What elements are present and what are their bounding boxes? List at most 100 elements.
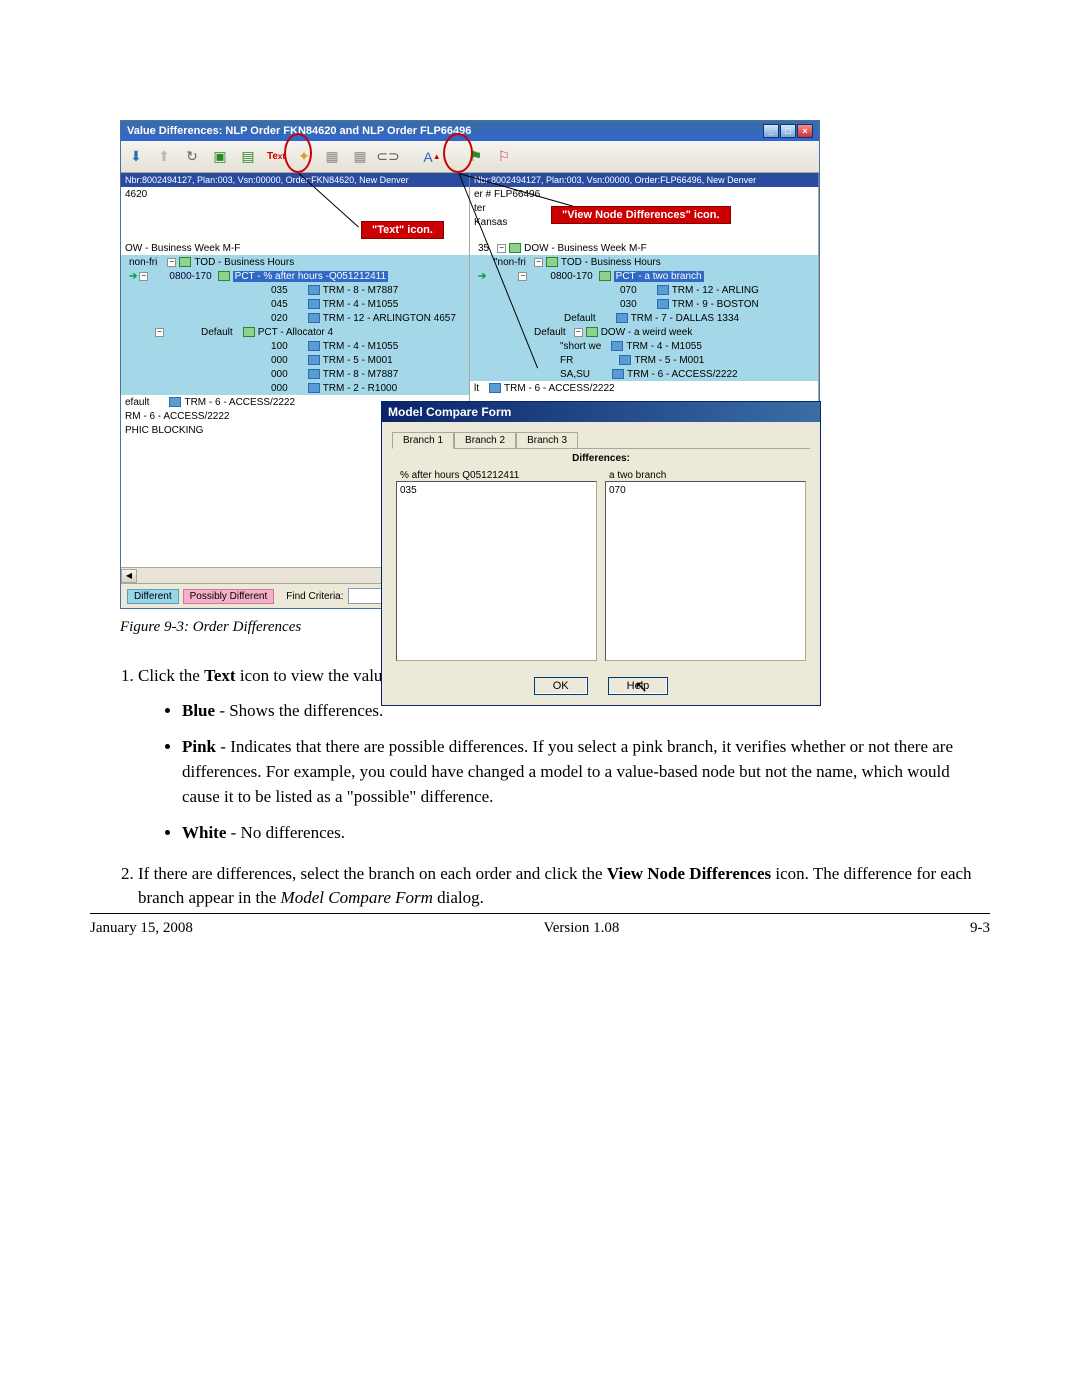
trm-icon xyxy=(489,383,501,393)
bullet-white: White - No differences. xyxy=(182,821,990,846)
tree-row[interactable]: 4620 xyxy=(121,187,469,201)
trm-icon xyxy=(308,285,320,295)
disabled-icon-1: ▦ xyxy=(321,146,343,168)
collapse-icon[interactable]: − xyxy=(139,272,148,281)
ok-button[interactable]: OK xyxy=(534,677,588,695)
tree-row[interactable]: SA,SUTRM - 6 - ACCESS/2222 xyxy=(470,367,818,381)
trm-icon xyxy=(308,299,320,309)
scroll-left-icon[interactable]: ◀ xyxy=(121,569,137,583)
red-flag-icon[interactable]: ⚐ xyxy=(493,146,515,168)
breadcrumb-left: Nbr:8002494127, Plan:003, Vsn:00000, Ord… xyxy=(121,173,470,187)
diff-icon-callout: "View Node Differences" icon. xyxy=(551,206,731,224)
dow-icon xyxy=(509,243,521,253)
tree-row[interactable]: 020TRM - 12 - ARLINGTON 4657 xyxy=(121,311,469,325)
dow-icon xyxy=(586,327,598,337)
tree-row[interactable]: 100TRM - 4 - M1055 xyxy=(121,339,469,353)
trm-icon xyxy=(308,313,320,323)
tree-row[interactable]: 000TRM - 2 - R1000 xyxy=(121,381,469,395)
down-icon[interactable]: ⬇ xyxy=(125,146,147,168)
view-node-differences-icon[interactable]: A▲ xyxy=(421,146,443,168)
collapse-icon[interactable]: − xyxy=(155,328,164,337)
find-criteria-label: Find Criteria: xyxy=(286,591,343,602)
collapse-icon[interactable]: − xyxy=(167,258,176,267)
pct-icon xyxy=(243,327,255,337)
collapse-icon[interactable]: − xyxy=(534,258,543,267)
up-icon[interactable]: ⬆ xyxy=(153,146,175,168)
diff-left-label: % after hours Q051212411 xyxy=(396,470,597,481)
collapse-icon[interactable]: − xyxy=(497,244,506,253)
close-button[interactable]: × xyxy=(797,124,813,138)
tree-row[interactable]: "short weTRM - 4 - M1055 xyxy=(470,339,818,353)
tree-row[interactable]: 030TRM - 9 - BOSTON xyxy=(470,297,818,311)
maximize-button[interactable]: □ xyxy=(780,124,796,138)
tree-row[interactable]: 35−DOW - Business Week M-F xyxy=(470,241,818,255)
trm-icon xyxy=(169,397,181,407)
legend-different: Different xyxy=(127,589,179,604)
footer-version: Version 1.08 xyxy=(544,920,620,937)
tree-row[interactable]: er # FLP66496 xyxy=(470,187,818,201)
trm-icon xyxy=(308,341,320,351)
pct-icon xyxy=(218,271,230,281)
pointer-arrow-icon: ➔ xyxy=(125,271,137,282)
dialog-title: Model Compare Form xyxy=(382,402,820,422)
refresh-icon[interactable]: ↻ xyxy=(181,146,203,168)
trm-icon xyxy=(308,369,320,379)
dialog-tabs: Branch 1 Branch 2 Branch 3 xyxy=(392,432,810,449)
bullet-pink: Pink - Indicates that there are possible… xyxy=(182,735,990,809)
step-2: If there are differences, select the bra… xyxy=(138,862,990,911)
screenshot: Value Differences: NLP Order FKN84620 an… xyxy=(120,120,820,609)
disabled-icon-2: ▦ xyxy=(349,146,371,168)
trm-icon xyxy=(308,355,320,365)
tab-branch-2[interactable]: Branch 2 xyxy=(454,432,516,448)
tree-row[interactable]: ltTRM - 6 - ACCESS/2222 xyxy=(470,381,818,395)
text-icon-circle xyxy=(284,133,312,173)
diff-right-box: 070 xyxy=(605,481,806,661)
breadcrumb-right: Nbr:8002494127, Plan:003, Vsn:00000, Ord… xyxy=(470,173,819,187)
tree-row[interactable]: FRTRM - 5 - M001 xyxy=(470,353,818,367)
trm-icon xyxy=(657,285,669,295)
tree-row[interactable]: 035TRM - 8 - M7887 xyxy=(121,283,469,297)
model-compare-dialog: Model Compare Form Branch 1 Branch 2 Bra… xyxy=(381,401,821,706)
text-icon-callout: "Text" icon. xyxy=(361,221,444,239)
trm-icon xyxy=(612,369,624,379)
tree-row[interactable]: 070TRM - 12 - ARLING xyxy=(470,283,818,297)
tree-row[interactable]: − Default PCT - Allocator 4 xyxy=(121,325,469,339)
tab-branch-3[interactable]: Branch 3 xyxy=(516,432,578,448)
expand-all-icon[interactable]: ▣ xyxy=(209,146,231,168)
tree-row[interactable]: ➔ − 0800-170 PCT - a two branch xyxy=(470,269,818,283)
tree-row[interactable]: 000TRM - 5 - M001 xyxy=(121,353,469,367)
tree-row[interactable]: OW - Business Week M-F xyxy=(121,241,469,255)
trm-icon xyxy=(611,341,623,351)
collapse-icon[interactable]: − xyxy=(574,328,583,337)
trm-icon xyxy=(657,299,669,309)
tree-row[interactable]: ➔ − 0800-170 PCT - % after hours -Q05121… xyxy=(121,269,469,283)
link-icon[interactable]: ⊂⊃ xyxy=(377,146,399,168)
tod-icon xyxy=(179,257,191,267)
tree-row[interactable]: "non-fri−TOD - Business Hours xyxy=(470,255,818,269)
tree-row[interactable]: non-fri − TOD - Business Hours xyxy=(121,255,469,269)
diff-left-box: 035 xyxy=(396,481,597,661)
differences-header: Differences: xyxy=(392,453,810,464)
pct-icon xyxy=(599,271,611,281)
pointer-arrow-icon: ➔ xyxy=(474,271,486,282)
collapse-all-icon[interactable]: ▤ xyxy=(237,146,259,168)
footer-page: 9-3 xyxy=(970,920,990,937)
tree-row[interactable]: 000TRM - 8 - M7887 xyxy=(121,367,469,381)
tod-icon xyxy=(546,257,558,267)
legend-possibly-different: Possibly Different xyxy=(183,589,275,604)
trm-icon xyxy=(308,383,320,393)
trm-icon xyxy=(619,355,631,365)
window-titlebar: Value Differences: NLP Order FKN84620 an… xyxy=(121,121,819,141)
tree-row[interactable]: 045TRM - 4 - M1055 xyxy=(121,297,469,311)
diff-right-label: a two branch xyxy=(605,470,806,481)
collapse-icon[interactable]: − xyxy=(518,272,527,281)
diff-icon-circle xyxy=(443,133,473,173)
tree-row[interactable]: DefaultTRM - 7 - DALLAS 1334 xyxy=(470,311,818,325)
minimize-button[interactable]: _ xyxy=(763,124,779,138)
tab-branch-1[interactable]: Branch 1 xyxy=(392,432,454,449)
breadcrumb: Nbr:8002494127, Plan:003, Vsn:00000, Ord… xyxy=(121,173,819,187)
page-footer: January 15, 2008 Version 1.08 9-3 xyxy=(90,913,990,937)
footer-date: January 15, 2008 xyxy=(90,920,193,937)
cursor-icon: ↖ xyxy=(634,677,647,697)
trm-icon xyxy=(616,313,628,323)
